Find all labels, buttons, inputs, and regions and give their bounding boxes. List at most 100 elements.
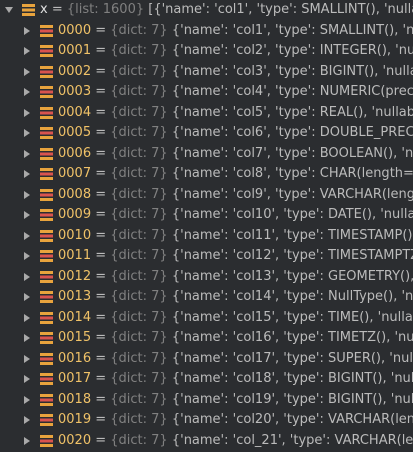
chevron-right-icon[interactable]	[21, 164, 33, 184]
chevron-right-icon[interactable]	[21, 267, 33, 287]
tree-row-label: 0018 = {dict: 7} {'name': 'col19', 'type…	[58, 390, 413, 410]
tree-row[interactable]: 0006 = {dict: 7} {'name': 'col7', 'type'…	[0, 144, 413, 164]
equals-sign: =	[91, 207, 111, 222]
type-hint: {dict: 7}	[110, 43, 168, 58]
chevron-right-icon[interactable]	[21, 205, 33, 225]
equals-sign: =	[91, 105, 111, 120]
tree-row-label: 0017 = {dict: 7} {'name': 'col18', 'type…	[58, 369, 413, 389]
chevron-right-icon[interactable]	[21, 21, 33, 41]
tree-row[interactable]: 0003 = {dict: 7} {'name': 'col4', 'type'…	[0, 82, 413, 102]
chevron-right-icon[interactable]	[21, 185, 33, 205]
value-preview: {'name': 'col_21', 'type': VARCHAR(lengt…	[171, 433, 413, 448]
chevron-right-icon[interactable]	[21, 226, 33, 246]
tree-row-label: 0005 = {dict: 7} {'name': 'col6', 'type'…	[58, 123, 413, 143]
item-index: 0014	[58, 310, 92, 325]
debugger-variables-tree: x = {list: 1600} [{'name': 'col1', 'type…	[0, 0, 413, 452]
tree-row[interactable]: 0011 = {dict: 7} {'name': 'col12', 'type…	[0, 246, 413, 266]
variable-stack-icon	[40, 25, 53, 37]
variable-stack-icon	[40, 107, 53, 119]
value-preview: {'name': 'col2', 'type': INTEGER(), 'nul…	[171, 43, 413, 58]
chevron-right-icon[interactable]	[21, 410, 33, 430]
tree-row[interactable]: 0009 = {dict: 7} {'name': 'col10', 'type…	[0, 205, 413, 225]
chevron-right-icon[interactable]	[21, 308, 33, 328]
value-preview: {'name': 'col7', 'type': BOOLEAN(), 'nul…	[171, 146, 413, 161]
item-index: 0001	[58, 43, 92, 58]
value-preview: {'name': 'col17', 'type': SUPER(), 'null…	[171, 351, 413, 366]
variable-stack-icon	[40, 291, 53, 303]
item-index: 0013	[58, 289, 92, 304]
equals-sign: =	[91, 330, 111, 345]
type-hint: {dict: 7}	[110, 166, 168, 181]
chevron-right-icon[interactable]	[21, 82, 33, 102]
equals-sign: =	[91, 84, 111, 99]
variable-stack-icon	[40, 353, 53, 365]
value-preview: {'name': 'col3', 'type': BIGINT(), 'null…	[171, 64, 413, 79]
tree-row[interactable]: 0017 = {dict: 7} {'name': 'col18', 'type…	[0, 369, 413, 389]
equals-sign: =	[91, 310, 111, 325]
tree-row-label: 0009 = {dict: 7} {'name': 'col10', 'type…	[58, 205, 413, 225]
type-hint: {dict: 7}	[110, 64, 168, 79]
item-index: 0008	[58, 187, 92, 202]
variable-stack-icon	[40, 373, 53, 385]
tree-row-label: 0000 = {dict: 7} {'name': 'col1', 'type'…	[58, 21, 413, 41]
tree-row[interactable]: 0015 = {dict: 7} {'name': 'col16', 'type…	[0, 328, 413, 348]
chevron-right-icon[interactable]	[21, 144, 33, 164]
chevron-right-icon[interactable]	[21, 246, 33, 266]
tree-row[interactable]: 0019 = {dict: 7} {'name': 'col20', 'type…	[0, 410, 413, 430]
type-hint: {dict: 7}	[110, 207, 168, 222]
tree-row[interactable]: 0004 = {dict: 7} {'name': 'col5', 'type'…	[0, 103, 413, 123]
chevron-right-icon[interactable]	[21, 349, 33, 369]
tree-row[interactable]: 0012 = {dict: 7} {'name': 'col13', 'type…	[0, 267, 413, 287]
equals-sign: =	[91, 43, 111, 58]
tree-row[interactable]: 0008 = {dict: 7} {'name': 'col9', 'type'…	[0, 185, 413, 205]
tree-row[interactable]: 0002 = {dict: 7} {'name': 'col3', 'type'…	[0, 62, 413, 82]
tree-row-label: 0001 = {dict: 7} {'name': 'col2', 'type'…	[58, 41, 413, 61]
chevron-right-icon[interactable]	[21, 369, 33, 389]
variable-stack-icon	[40, 312, 53, 324]
variable-stack-icon	[40, 66, 53, 78]
chevron-right-icon[interactable]	[21, 328, 33, 348]
tree-row-label: 0008 = {dict: 7} {'name': 'col9', 'type'…	[58, 185, 413, 205]
equals-sign: =	[47, 2, 67, 17]
item-index: 0016	[58, 351, 92, 366]
chevron-right-icon[interactable]	[21, 123, 33, 143]
type-hint: {dict: 7}	[110, 187, 168, 202]
chevron-right-icon[interactable]	[21, 287, 33, 307]
tree-row[interactable]: 0000 = {dict: 7} {'name': 'col1', 'type'…	[0, 21, 413, 41]
chevron-down-icon[interactable]	[3, 0, 15, 20]
value-preview: {'name': 'col13', 'type': GEOMETRY(), 'n…	[171, 269, 413, 284]
item-index: 0015	[58, 330, 92, 345]
type-hint: {dict: 7}	[110, 371, 168, 386]
equals-sign: =	[91, 392, 111, 407]
tree-row[interactable]: 0001 = {dict: 7} {'name': 'col2', 'type'…	[0, 41, 413, 61]
value-preview: {'name': 'col14', 'type': NullType(), 'n…	[171, 289, 413, 304]
equals-sign: =	[91, 371, 111, 386]
value-preview: {'name': 'col10', 'type': DATE(), 'nulla…	[171, 207, 413, 222]
equals-sign: =	[91, 248, 111, 263]
type-hint: {list: 1600}	[66, 2, 145, 17]
tree-row[interactable]: 0018 = {dict: 7} {'name': 'col19', 'type…	[0, 390, 413, 410]
value-preview: {'name': 'col5', 'type': REAL(), 'nullab…	[171, 105, 413, 120]
tree-row[interactable]: 0020 = {dict: 7} {'name': 'col_21', 'typ…	[0, 431, 413, 451]
tree-row[interactable]: 0005 = {dict: 7} {'name': 'col6', 'type'…	[0, 123, 413, 143]
tree-row-root[interactable]: x = {list: 1600} [{'name': 'col1', 'type…	[0, 0, 413, 20]
tree-row[interactable]: 0010 = {dict: 7} {'name': 'col11', 'type…	[0, 226, 413, 246]
value-preview: [{'name': 'col1', 'type': SMALLINT(), 'n…	[148, 2, 413, 17]
tree-row-label: 0004 = {dict: 7} {'name': 'col5', 'type'…	[58, 103, 413, 123]
equals-sign: =	[91, 351, 111, 366]
item-index: 0020	[58, 433, 92, 448]
chevron-right-icon[interactable]	[21, 41, 33, 61]
tree-row[interactable]: 0007 = {dict: 7} {'name': 'col8', 'type'…	[0, 164, 413, 184]
item-index: 0019	[58, 412, 92, 427]
variable-stack-icon	[40, 435, 53, 447]
chevron-right-icon[interactable]	[21, 103, 33, 123]
chevron-right-icon[interactable]	[21, 431, 33, 451]
tree-row[interactable]: 0014 = {dict: 7} {'name': 'col15', 'type…	[0, 308, 413, 328]
tree-row-label: 0016 = {dict: 7} {'name': 'col17', 'type…	[58, 349, 413, 369]
chevron-right-icon[interactable]	[21, 62, 33, 82]
variable-stack-icon	[40, 45, 53, 57]
tree-row[interactable]: 0013 = {dict: 7} {'name': 'col14', 'type…	[0, 287, 413, 307]
item-index: 0012	[58, 269, 92, 284]
tree-row[interactable]: 0016 = {dict: 7} {'name': 'col17', 'type…	[0, 349, 413, 369]
chevron-right-icon[interactable]	[21, 390, 33, 410]
